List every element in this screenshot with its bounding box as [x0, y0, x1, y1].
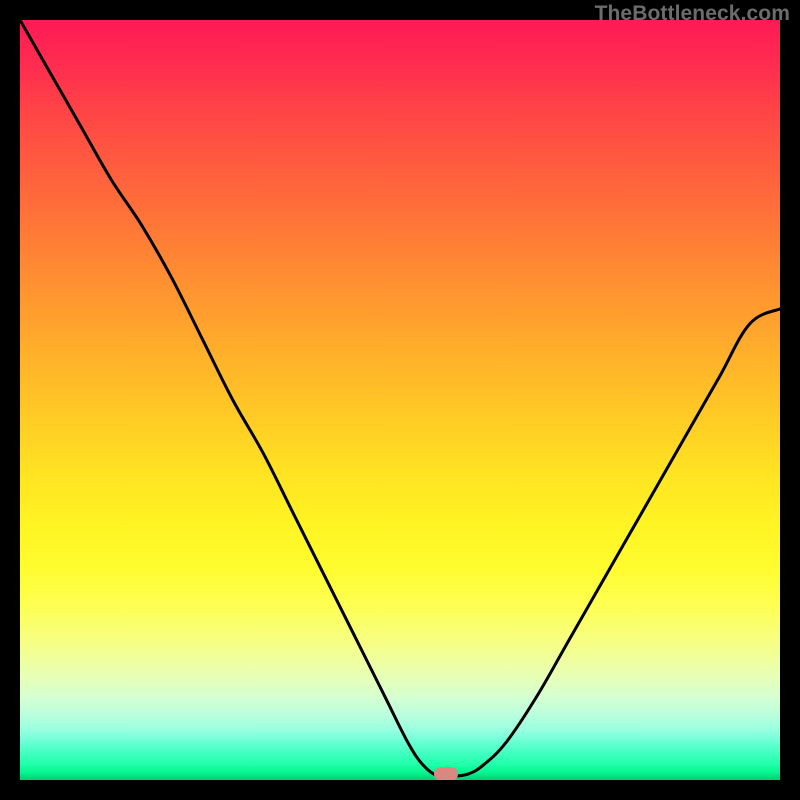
plot-area	[20, 20, 780, 780]
optimum-marker	[434, 767, 458, 780]
bottleneck-curve	[20, 20, 780, 780]
chart-container: TheBottleneck.com	[0, 0, 800, 800]
watermark-text: TheBottleneck.com	[595, 2, 790, 26]
